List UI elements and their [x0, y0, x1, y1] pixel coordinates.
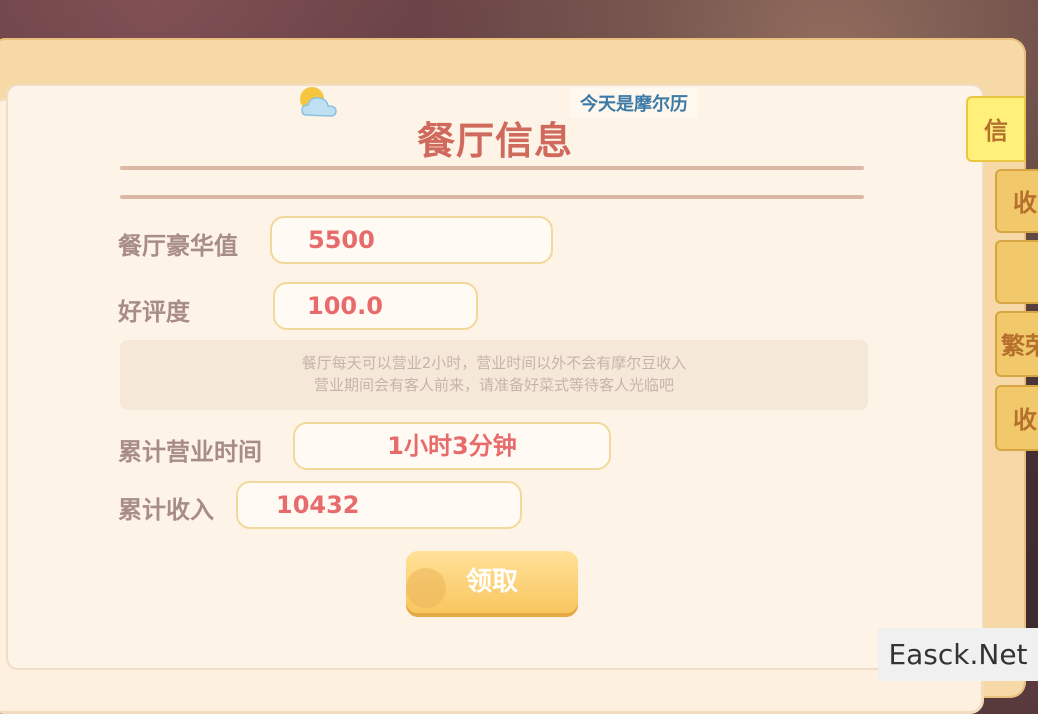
income-label: 累计收入 [118, 496, 214, 524]
luxury-value: 5500 [270, 216, 553, 264]
tab-info[interactable]: 信 [966, 96, 1026, 162]
coin-icon [406, 568, 446, 608]
business-time-value: 1小时3分钟 [293, 422, 611, 470]
notice-line-1: 餐厅每天可以营业2小时，营业时间以外不会有摩尔豆收入 [301, 354, 687, 372]
luxury-label: 餐厅豪华值 [118, 232, 238, 260]
divider-top [120, 166, 864, 170]
tab-prosperity[interactable]: 繁荣 [995, 311, 1038, 377]
tab-income[interactable]: 收 [995, 169, 1038, 233]
tab-blank[interactable] [995, 240, 1038, 304]
rating-value: 100.0 [273, 282, 478, 330]
business-notice: 餐厅每天可以营业2小时，营业时间以外不会有摩尔豆收入 营业期间会有客人前来，请准… [120, 340, 868, 410]
notice-line-2: 营业期间会有客人前来，请准备好菜式等待客人光临吧 [313, 376, 674, 394]
divider-bottom [120, 195, 864, 199]
income-value: 10432 [236, 481, 522, 529]
business-time-label: 累计营业时间 [118, 438, 262, 466]
rating-label: 好评度 [118, 298, 190, 326]
page-title: 餐厅信息 [416, 118, 573, 163]
watermark: Easck.Net [878, 628, 1038, 681]
tab-collect[interactable]: 收 [995, 385, 1038, 451]
